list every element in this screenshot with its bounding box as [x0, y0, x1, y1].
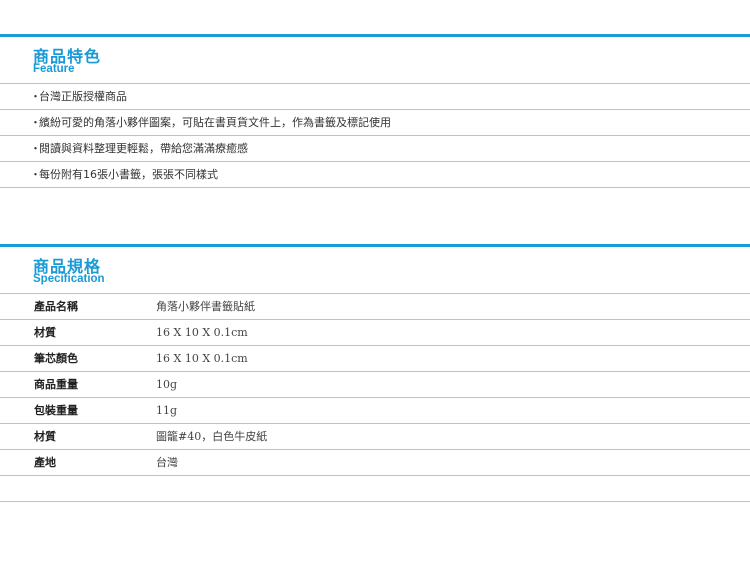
feature-header: 商品特色 Feature: [0, 37, 750, 84]
spec-value: 台灣: [156, 456, 178, 469]
spec-section: 商品規格 Specification 產品名稱 角落小夥伴書籤貼紙 材質 16 …: [0, 244, 750, 502]
feature-item-text: 台灣正版授權商品: [39, 90, 127, 103]
spec-label: 筆芯顏色: [34, 352, 78, 365]
feature-item-text: 繽紛可愛的角落小夥伴圖案，可貼在書頁貨文件上，作為書籤及標記使用: [39, 116, 391, 129]
spec-label: 產地: [34, 456, 56, 469]
spec-label: 商品重量: [34, 378, 78, 391]
spec-value: 圖籠#40，白色牛皮紙: [156, 430, 268, 443]
spec-value: 11g: [156, 404, 178, 417]
spec-row: 材質 圖籠#40，白色牛皮紙: [0, 424, 750, 450]
feature-section: 商品特色 Feature ・ 台灣正版授權商品 ・ 繽紛可愛的角落小夥伴圖案，可…: [0, 34, 750, 188]
spec-header: 商品規格 Specification: [0, 247, 750, 294]
feature-item: ・ 繽紛可愛的角落小夥伴圖案，可貼在書頁貨文件上，作為書籤及標記使用: [0, 110, 750, 136]
feature-item-text: 每份附有16張小書籤，張張不同樣式: [39, 168, 218, 181]
spec-value: 16 X 10 X 0.1cm: [156, 352, 248, 365]
spec-label: 包裝重量: [34, 404, 78, 417]
spec-label: 材質: [34, 430, 56, 443]
spec-subtitle: Specification: [33, 273, 105, 285]
spec-label: 產品名稱: [34, 300, 78, 313]
spec-row: 產品名稱 角落小夥伴書籤貼紙: [0, 294, 750, 320]
feature-item: ・ 台灣正版授權商品: [0, 84, 750, 110]
feature-subtitle: Feature: [33, 63, 75, 75]
spec-row: 商品重量 10g: [0, 372, 750, 398]
spec-row: 包裝重量 11g: [0, 398, 750, 424]
spec-value: 10g: [156, 378, 178, 391]
spec-row: 材質 16 X 10 X 0.1cm: [0, 320, 750, 346]
spec-value: 16 X 10 X 0.1cm: [156, 326, 248, 339]
spec-row: 筆芯顏色 16 X 10 X 0.1cm: [0, 346, 750, 372]
spec-value: 角落小夥伴書籤貼紙: [156, 300, 255, 313]
feature-item: ・ 閱讀與資料整理更輕鬆，帶給您滿滿療癒感: [0, 136, 750, 162]
spec-label: 材質: [34, 326, 56, 339]
spec-row: 產地 台灣: [0, 450, 750, 476]
feature-item-text: 閱讀與資料整理更輕鬆，帶給您滿滿療癒感: [39, 142, 248, 155]
spec-row-empty: [0, 476, 750, 502]
feature-item: ・ 每份附有16張小書籤，張張不同樣式: [0, 162, 750, 188]
